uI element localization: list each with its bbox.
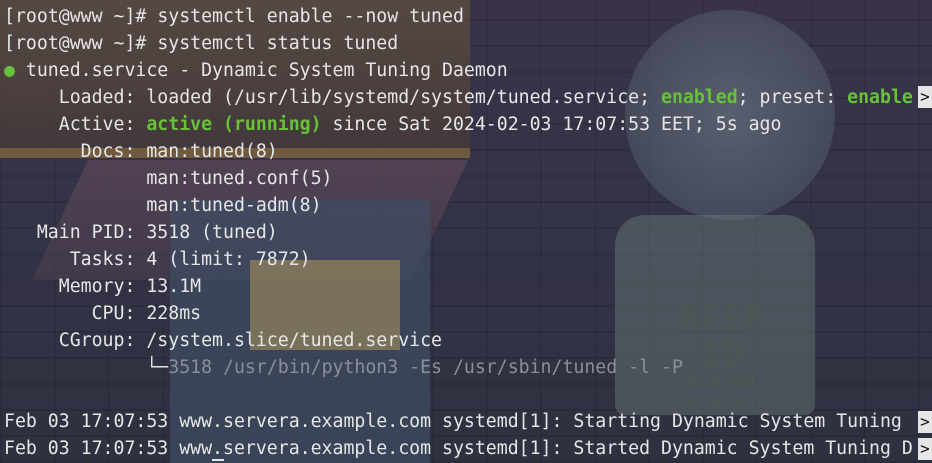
sign-line-1: KEEP ID <box>679 298 765 374</box>
service-status-dot-icon: ● <box>4 60 15 81</box>
docs-row-2: man:tuned.conf(5) <box>4 165 333 192</box>
command-text: systemctl enable --now tuned <box>157 6 464 27</box>
cpu-value: 228ms <box>146 303 202 324</box>
cgroup-child-row: └─3518 /usr/bin/python3 -Es /usr/sbin/tu… <box>4 354 683 381</box>
loaded-label: Loaded: <box>4 87 147 108</box>
journal-text: Feb 03 17:07:53 www.servera.example.com … <box>4 411 913 432</box>
tasks-row: Tasks: 4 (limit: 7872) <box>4 246 311 273</box>
memory-value: 13.1M <box>146 276 202 297</box>
journal-text: Feb 03 17:07:53 www.servera.example.com … <box>4 438 913 459</box>
service-title: tuned.service - Dynamic System Tuning Da… <box>14 60 508 81</box>
command-line-2: [root@www ~]# systemctl status tuned <box>4 30 398 57</box>
memory-row: Memory: 13.1M <box>4 273 201 300</box>
shell-prompt: [root@www ~]# <box>4 6 158 27</box>
mainpid-value: 3518 (tuned) <box>146 222 278 243</box>
loaded-preset-value: enable <box>847 87 913 108</box>
docs-item: man:tuned-adm(8) <box>146 195 322 216</box>
loaded-enabled: enabled <box>661 87 738 108</box>
docs-item: man:tuned(8) <box>146 141 278 162</box>
mainpid-row: Main PID: 3518 (tuned) <box>4 219 278 246</box>
memory-label: Memory: <box>4 276 147 297</box>
line-truncated-marker: > <box>918 86 932 108</box>
journal-line-1: Feb 03 17:07:53 www.servera.example.com … <box>4 408 913 435</box>
cgroup-label: CGroup: <box>4 330 147 351</box>
cgroup-value: /system.slice/tuned.service <box>146 330 443 351</box>
tasks-value: 4 (limit: 7872) <box>146 249 311 270</box>
pager-cursor <box>212 459 224 461</box>
shell-prompt: [root@www ~]# <box>4 33 158 54</box>
terminal-window[interactable]: KEEP ID RANDOM CHECKS [root@www ~]# syst… <box>0 0 932 463</box>
cgroup-row: CGroup: /system.slice/tuned.service <box>4 327 442 354</box>
docs-item: man:tuned.conf(5) <box>146 168 333 189</box>
docs-label: Docs: <box>4 141 147 162</box>
loaded-preset-label: ; preset: <box>737 87 848 108</box>
line-truncated-marker: > <box>918 411 932 433</box>
journal-line-2: Feb 03 17:07:53 www.servera.example.com … <box>4 435 913 462</box>
cpu-label: CPU: <box>4 303 147 324</box>
wallpaper-sign <box>615 215 815 415</box>
service-header: ● tuned.service - Dynamic System Tuning … <box>4 57 508 84</box>
cgroup-child-process: 3518 /usr/bin/python3 -Es /usr/sbin/tune… <box>168 357 683 378</box>
command-line-1: [root@www ~]# systemctl enable --now tun… <box>4 3 464 30</box>
active-since: since Sat 2024-02-03 17:07:53 EET; 5s ag… <box>321 114 782 135</box>
line-truncated-marker: > <box>918 438 932 460</box>
active-label: Active: <box>4 114 147 135</box>
mainpid-label: Main PID: <box>4 222 147 243</box>
loaded-row: Loaded: loaded (/usr/lib/systemd/system/… <box>4 84 913 111</box>
tree-branch-icon: └─ <box>146 357 169 378</box>
command-text: systemctl status tuned <box>157 33 399 54</box>
active-row: Active: active (running) since Sat 2024-… <box>4 111 782 138</box>
cpu-row: CPU: 228ms <box>4 300 202 327</box>
docs-row: Docs: man:tuned(8) <box>4 138 278 165</box>
docs-row-3: man:tuned-adm(8) <box>4 192 322 219</box>
loaded-value: loaded (/usr/lib/systemd/system/tuned.se… <box>146 87 661 108</box>
active-state: active (running) <box>146 114 322 135</box>
tasks-label: Tasks: <box>4 249 147 270</box>
